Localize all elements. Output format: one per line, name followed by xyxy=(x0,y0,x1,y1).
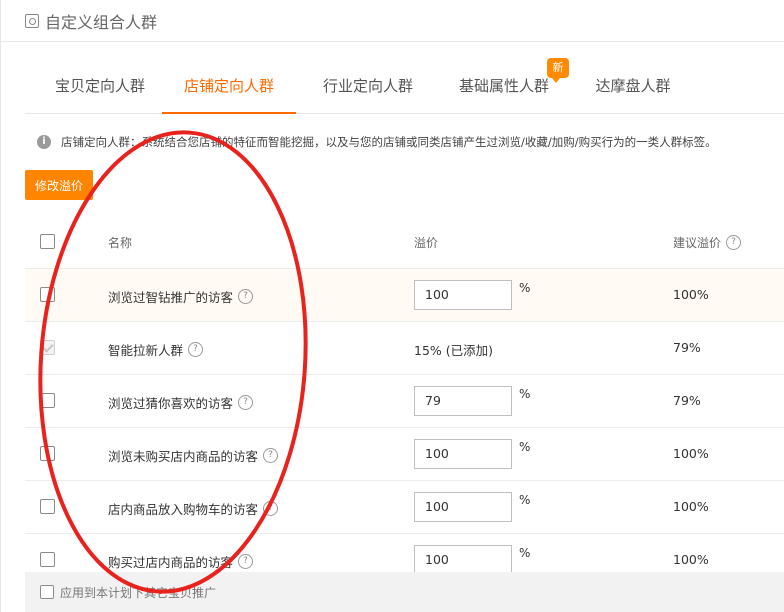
column-price-header: 溢价 xyxy=(414,236,439,250)
price-static: 15% (已添加) xyxy=(414,343,494,358)
help-icon[interactable]: ? xyxy=(188,342,204,357)
row-name: 店内商品放入购物车的访客 ? xyxy=(108,499,279,518)
column-suggest-header: 建议溢价 ? xyxy=(673,234,742,251)
row-name-label: 浏览未购买店内商品的访客 xyxy=(108,449,259,464)
row-name-label: 浏览过智钻推广的访客 xyxy=(108,290,234,305)
table-row: 浏览未购买店内商品的访客 ? 100 % 100% xyxy=(25,427,784,480)
help-icon[interactable]: ? xyxy=(726,235,742,250)
info-line: i 店铺定向人群：系统结合您店铺的特征而智能挖掘，以及与您的店铺或同类店铺产生过… xyxy=(37,132,717,152)
tab-item-targeting[interactable]: 宝贝定向人群 xyxy=(45,60,155,112)
table-header: 名称 溢价 建议溢价 ? xyxy=(25,216,784,268)
row-name-label: 购买过店内商品的访客 xyxy=(108,555,234,570)
row-name-label: 智能拉新人群 xyxy=(108,343,184,358)
price-input[interactable]: 100 xyxy=(414,545,512,575)
tab-store-targeting[interactable]: 店铺定向人群 xyxy=(162,60,296,114)
apply-to-others-row: 应用到本计划下其它宝贝推广 xyxy=(25,572,784,612)
suggested-price: 79% xyxy=(673,340,701,355)
table-row: 智能拉新人群 ? 15% (已添加) 79% xyxy=(25,321,784,374)
price-input[interactable]: 100 xyxy=(414,492,512,522)
page-title: 自定义组合人群 xyxy=(45,12,158,32)
tab-industry-targeting[interactable]: 行业定向人群 xyxy=(313,60,423,112)
row-name: 浏览过猜你喜欢的访客 ? xyxy=(108,393,254,412)
tab-damopan[interactable]: 达摩盘人群 xyxy=(585,60,681,112)
modify-price-button[interactable]: 修改溢价 xyxy=(25,170,93,200)
info-text: 店铺定向人群：系统结合您店铺的特征而智能挖掘，以及与您的店铺或同类店铺产生过浏览… xyxy=(61,135,717,149)
page-header: 自定义组合人群 xyxy=(1,0,784,42)
row-checkbox[interactable] xyxy=(40,446,55,461)
info-icon: i xyxy=(37,135,51,149)
tab-bar: 宝贝定向人群 店铺定向人群 行业定向人群 基础属性人群 达摩盘人群 xyxy=(25,60,784,114)
row-checkbox[interactable] xyxy=(40,552,55,567)
help-icon[interactable]: ? xyxy=(238,289,254,304)
column-name-header: 名称 xyxy=(108,236,133,250)
row-name-label: 店内商品放入购物车的访客 xyxy=(108,502,259,517)
price-input[interactable]: 100 xyxy=(414,439,512,469)
suggested-price: 100% xyxy=(673,446,709,461)
help-icon[interactable]: ? xyxy=(263,501,279,516)
row-checkbox[interactable] xyxy=(40,393,55,408)
percent-sign: % xyxy=(519,493,531,507)
price-input[interactable]: 100 xyxy=(414,280,512,310)
row-checkbox-disabled xyxy=(40,340,55,355)
row-name: 购买过店内商品的访客 ? xyxy=(108,552,254,571)
select-all-checkbox[interactable] xyxy=(40,234,55,249)
help-icon[interactable]: ? xyxy=(263,448,279,463)
percent-sign: % xyxy=(519,440,531,454)
suggested-price: 100% xyxy=(673,287,709,302)
help-icon[interactable]: ? xyxy=(238,395,254,410)
row-name: 智能拉新人群 ? xyxy=(108,340,204,359)
table-row: 店内商品放入购物车的访客 ? 100 % 100% xyxy=(25,480,784,533)
row-name: 浏览未购买店内商品的访客 ? xyxy=(108,446,279,465)
suggested-price: 100% xyxy=(673,552,709,567)
row-checkbox[interactable] xyxy=(40,287,55,302)
percent-sign: % xyxy=(519,281,531,295)
page-frame: 自定义组合人群 宝贝定向人群 店铺定向人群 行业定向人群 基础属性人群 达摩盘人… xyxy=(0,0,784,612)
apply-to-others-label: 应用到本计划下其它宝贝推广 xyxy=(60,585,217,600)
row-checkbox[interactable] xyxy=(40,499,55,514)
table-row: 浏览过智钻推广的访客 ? 100 % 100% xyxy=(25,268,784,321)
audience-table: 名称 溢价 建议溢价 ? 浏览过智钻推广的访客 ? 100 % 100% 智能拉… xyxy=(25,216,784,586)
price-input[interactable]: 79 xyxy=(414,386,512,416)
tab-basic-attributes[interactable]: 基础属性人群 xyxy=(449,60,559,112)
audience-icon xyxy=(25,13,39,28)
table-row: 浏览过猜你喜欢的访客 ? 79 % 79% xyxy=(25,374,784,427)
new-badge: 新 xyxy=(547,58,569,83)
help-icon[interactable]: ? xyxy=(238,554,254,569)
row-name: 浏览过智钻推广的访客 ? xyxy=(108,287,254,306)
suggest-header-label: 建议溢价 xyxy=(673,236,722,250)
percent-sign: % xyxy=(519,546,531,560)
percent-sign: % xyxy=(519,387,531,401)
suggested-price: 79% xyxy=(673,393,701,408)
row-name-label: 浏览过猜你喜欢的访客 xyxy=(108,396,234,411)
apply-to-others-checkbox[interactable] xyxy=(40,585,54,599)
suggested-price: 100% xyxy=(673,499,709,514)
